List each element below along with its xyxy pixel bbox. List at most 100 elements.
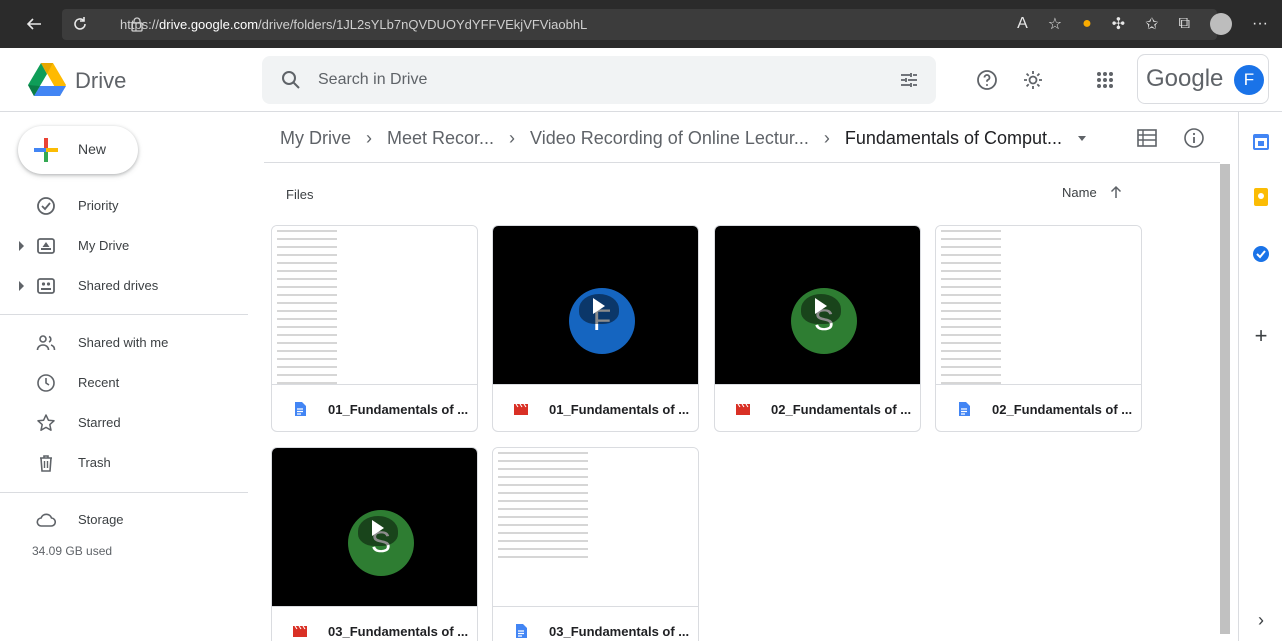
file-card[interactable]: F 01_Fundamentals of ... xyxy=(492,225,699,432)
chevron-right-icon: › xyxy=(823,127,830,148)
extensions-icon[interactable]: ✣ xyxy=(1112,14,1125,34)
star-icon xyxy=(37,414,55,431)
file-card[interactable]: 03_Fundamentals of ... xyxy=(492,447,699,641)
url-host: drive.google.com xyxy=(159,17,259,32)
chevron-right-icon[interactable]: › xyxy=(1251,610,1271,630)
breadcrumb-item[interactable]: Meet Recor... xyxy=(387,128,494,149)
expand-caret-icon[interactable] xyxy=(19,281,24,291)
google-docs-icon xyxy=(959,402,970,416)
sidebar-item-label: Storage xyxy=(78,512,124,527)
drive-header: Drive Google F xyxy=(0,48,1282,112)
sidebar-item-shared-with-me[interactable]: Shared with me xyxy=(0,327,248,359)
plus-icon xyxy=(34,138,58,162)
sidebar-item-label: My Drive xyxy=(78,238,130,253)
video-file-icon xyxy=(514,403,528,415)
breadcrumb-item[interactable]: Video Recording of Online Lectur... xyxy=(530,128,809,149)
calendar-icon[interactable] xyxy=(1251,132,1271,152)
drive-logo-icon[interactable] xyxy=(28,63,66,97)
sort-by-name[interactable]: Name xyxy=(1062,185,1097,200)
arrow-up-icon[interactable] xyxy=(1108,184,1124,200)
document-preview-lines xyxy=(277,230,337,390)
google-wordmark: Google xyxy=(1146,65,1224,92)
sidebar-item-label: Shared drives xyxy=(78,278,159,293)
side-panel: + › xyxy=(1238,112,1282,641)
site-info-icon[interactable] xyxy=(130,16,144,32)
url-path: /drive/folders/1JL2sYLb7nQVDUOYdYFFVEkjV… xyxy=(258,17,588,32)
app-title[interactable]: Drive xyxy=(75,68,126,94)
video-thumbnail: F xyxy=(493,226,698,384)
browser-toolbar: https://drive.google.com/drive/folders/1… xyxy=(0,0,1282,48)
shared-drives-icon xyxy=(37,278,55,294)
info-icon[interactable] xyxy=(1183,127,1205,149)
sidebar-divider xyxy=(0,492,248,493)
account-avatar[interactable]: F xyxy=(1234,65,1264,95)
trash-icon xyxy=(40,455,52,472)
document-preview-lines xyxy=(941,230,1001,390)
search-input[interactable] xyxy=(318,56,838,104)
tasks-icon[interactable] xyxy=(1251,244,1271,264)
scrollbar-thumb[interactable] xyxy=(1220,164,1230,634)
extension-icon[interactable]: ● xyxy=(1082,15,1092,33)
play-icon[interactable] xyxy=(372,520,384,536)
search-box[interactable] xyxy=(262,56,936,104)
play-icon[interactable] xyxy=(815,298,827,314)
breadcrumb-item[interactable]: My Drive xyxy=(280,128,351,149)
list-view-icon[interactable] xyxy=(1137,129,1157,147)
file-card[interactable]: S 03_Fundamentals of ... xyxy=(271,447,478,641)
read-aloud-icon[interactable]: A xyxy=(1017,15,1028,33)
expand-caret-icon[interactable] xyxy=(19,241,24,251)
search-options-icon[interactable] xyxy=(898,69,920,91)
sidebar-item-recent[interactable]: Recent xyxy=(0,367,248,399)
sidebar-item-label: Trash xyxy=(78,455,111,470)
file-card[interactable]: 02_Fundamentals of ... xyxy=(935,225,1142,432)
document-thumbnail xyxy=(493,448,698,606)
file-card-footer: 02_Fundamentals of ... xyxy=(715,384,920,431)
breadcrumb: My Drive › Meet Recor... › Video Recordi… xyxy=(280,125,1086,151)
settings-gear-icon[interactable] xyxy=(1021,68,1045,92)
video-file-icon xyxy=(736,403,750,415)
favorites-add-icon[interactable]: ☆ xyxy=(1048,14,1062,34)
profile-avatar[interactable] xyxy=(1210,13,1233,35)
new-button-label: New xyxy=(78,141,107,157)
refresh-icon[interactable] xyxy=(60,4,100,44)
sidebar-item-priority[interactable]: Priority xyxy=(0,190,248,222)
document-preview-lines xyxy=(498,452,588,564)
file-card[interactable]: 01_Fundamentals of ... xyxy=(271,225,478,432)
document-thumbnail xyxy=(936,226,1141,384)
apps-grid-icon[interactable] xyxy=(1093,68,1117,92)
search-icon[interactable] xyxy=(280,69,302,91)
sidebar-item-my-drive[interactable]: My Drive xyxy=(0,230,248,262)
sidebar-divider xyxy=(0,314,248,315)
priority-check-icon xyxy=(37,197,55,215)
file-card-footer: 03_Fundamentals of ... xyxy=(272,606,477,641)
file-name: 01_Fundamentals of ... xyxy=(328,402,469,417)
sidebar-item-label: Priority xyxy=(78,198,119,213)
account-switcher[interactable]: Google F xyxy=(1137,54,1269,104)
new-button[interactable]: New xyxy=(18,126,138,174)
file-card[interactable]: S 02_Fundamentals of ... xyxy=(714,225,921,432)
sidebar-item-starred[interactable]: Starred xyxy=(0,407,248,439)
collections-icon[interactable]: ⧉ xyxy=(1179,15,1190,33)
help-icon[interactable] xyxy=(975,68,999,92)
my-drive-icon xyxy=(37,238,55,254)
folder-menu-caret-icon[interactable] xyxy=(1078,135,1086,141)
sidebar-item-label: Shared with me xyxy=(78,335,169,350)
file-name: 03_Fundamentals of ... xyxy=(328,624,469,639)
sidebar-item-shared-drives[interactable]: Shared drives xyxy=(0,270,248,302)
sidebar-item-storage[interactable]: Storage xyxy=(0,504,248,536)
back-icon[interactable] xyxy=(14,4,54,44)
video-thumbnail: S xyxy=(715,226,920,384)
google-docs-icon xyxy=(516,624,527,638)
favorites-icon[interactable]: ✩ xyxy=(1145,14,1158,34)
more-menu-icon[interactable]: ··· xyxy=(1252,15,1268,33)
sidebar-item-trash[interactable]: Trash xyxy=(0,447,248,479)
play-icon[interactable] xyxy=(593,298,605,314)
file-name: 02_Fundamentals of ... xyxy=(992,402,1133,417)
chevron-right-icon: › xyxy=(366,127,372,148)
add-addon-icon[interactable]: + xyxy=(1251,325,1271,347)
video-file-icon xyxy=(293,625,307,637)
files-section-label: Files xyxy=(286,187,314,202)
breadcrumb-current[interactable]: Fundamentals of Comput... xyxy=(845,128,1062,149)
keep-icon[interactable] xyxy=(1251,187,1271,207)
toolbar-divider xyxy=(264,162,1220,163)
